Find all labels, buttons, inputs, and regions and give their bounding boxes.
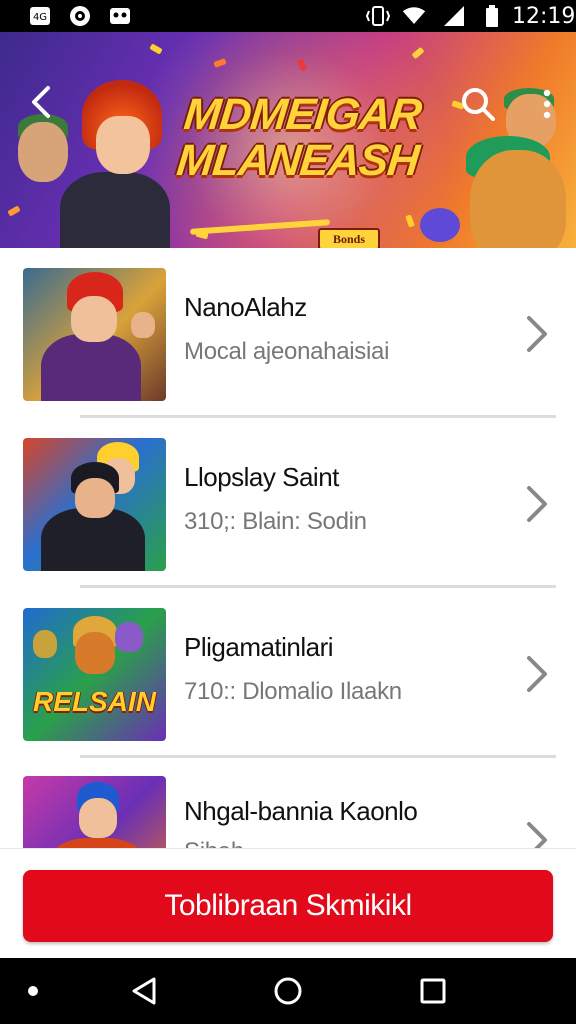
chevron-right-icon xyxy=(520,482,554,526)
list-item-thumbnail: RELSAIN xyxy=(23,608,166,741)
list-item-thumbnail xyxy=(23,776,166,848)
home-circle-icon xyxy=(274,977,302,1005)
banner-title-line1: MDMEIGAR xyxy=(181,90,424,139)
status-bar: 4G 12:19 xyxy=(0,0,576,32)
character-side-kid xyxy=(18,122,68,182)
notification-4g-icon: 4G xyxy=(28,5,52,27)
nav-back-button[interactable] xyxy=(124,971,164,1011)
nav-recents-button[interactable] xyxy=(413,971,453,1011)
character-hero-face xyxy=(96,116,150,174)
list-item[interactable]: Nhgal-bannia Kaonlo Sihah... xyxy=(0,758,576,848)
battery-icon xyxy=(480,5,504,27)
chevron-right-icon xyxy=(520,312,554,356)
world-app-icon xyxy=(68,5,92,27)
system-nav-bar xyxy=(0,958,576,1024)
bottom-action-area: Toblibraan Skmikikl xyxy=(0,848,576,958)
list-item-title: Llopslay Saint xyxy=(184,462,339,492)
more-options-button[interactable] xyxy=(534,82,560,126)
back-button[interactable] xyxy=(20,80,60,124)
character-troll xyxy=(470,150,566,248)
list-item-subtitle: 710:: Dlomalio Ilaakn xyxy=(184,678,402,705)
back-arrow-icon xyxy=(32,86,50,118)
list-item[interactable]: NanoAlahz Mocal ajeonahaisiai xyxy=(0,248,576,418)
list-item-subtitle: Mocal ajeonahaisiai xyxy=(184,338,390,365)
list-item[interactable]: RELSAIN Pligamatinlari 710:: Dlomalio Il… xyxy=(0,588,576,758)
list-item-title: Nhgal-bannia Kaonlo xyxy=(184,796,418,826)
svg-text:4G: 4G xyxy=(33,12,47,23)
banner-title: MDMEIGAR MLANEASH xyxy=(165,90,435,185)
wifi-icon xyxy=(402,5,426,27)
confetti xyxy=(7,205,21,217)
game-list: NanoAlahz Mocal ajeonahaisiai Llopslay S… xyxy=(0,248,576,848)
banner-badge: Bonds xyxy=(318,228,380,248)
confetti xyxy=(149,43,163,55)
list-item[interactable]: Llopslay Saint 310;: Blain: Sodin xyxy=(0,418,576,588)
list-item-subtitle: 310;: Blain: Sodin xyxy=(184,508,367,535)
character-blob xyxy=(420,208,460,242)
more-vert-icon xyxy=(543,89,551,119)
nav-dot-indicator xyxy=(28,986,38,996)
signal-icon xyxy=(442,5,466,27)
thumbnail-logo-text: RELSAIN xyxy=(33,686,156,717)
list-item-title: Pligamatinlari xyxy=(184,632,334,662)
list-item-thumbnail xyxy=(23,438,166,571)
primary-action-button[interactable]: Toblibraan Skmikikl xyxy=(23,870,553,942)
status-time: 12:19 xyxy=(512,4,576,29)
cassette-icon xyxy=(108,5,132,27)
search-icon xyxy=(462,88,495,121)
recents-square-icon xyxy=(420,978,446,1004)
back-triangle-icon xyxy=(132,977,156,1005)
chevron-right-icon xyxy=(520,652,554,696)
chevron-right-icon xyxy=(520,818,554,848)
hero-banner: MDMEIGAR MLANEASH Bonds xyxy=(0,32,576,248)
search-button[interactable] xyxy=(456,82,500,126)
vibrate-icon xyxy=(366,5,390,27)
list-item-thumbnail xyxy=(23,268,166,401)
character-hero-body xyxy=(60,172,170,248)
nav-home-button[interactable] xyxy=(268,971,308,1011)
list-item-subtitle: Sihah... xyxy=(184,838,263,848)
list-item-title: NanoAlahz xyxy=(184,292,307,322)
banner-title-line2: MLANEASH xyxy=(174,136,421,185)
